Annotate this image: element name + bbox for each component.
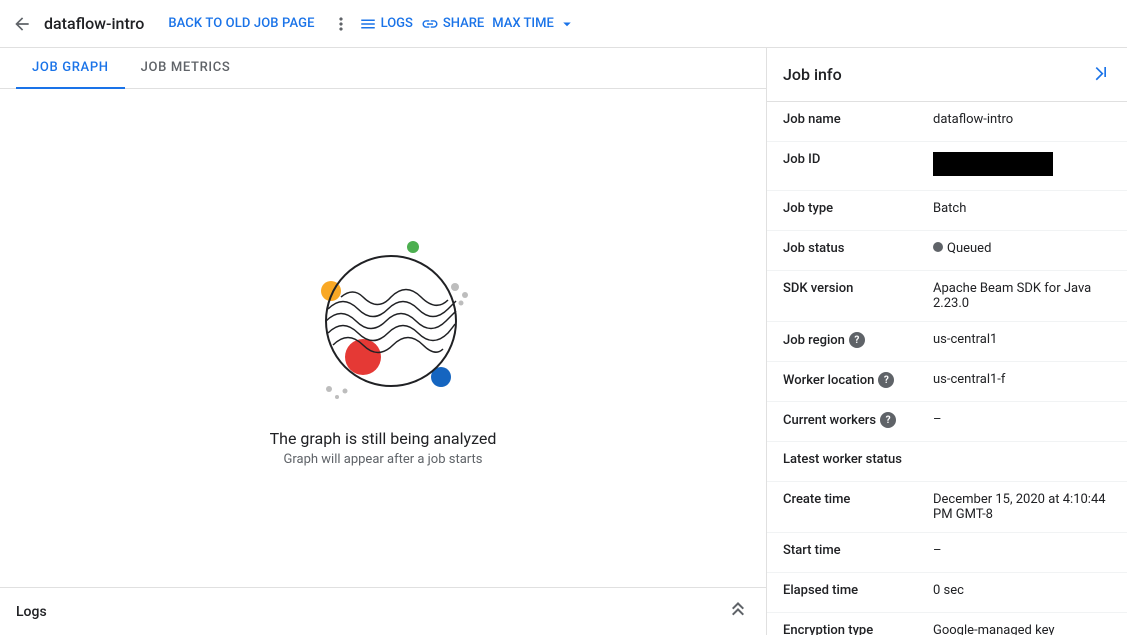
- table-row: SDK version Apache Beam SDK for Java 2.2…: [767, 271, 1127, 322]
- graph-text-container: The graph is still being analyzed Graph …: [270, 429, 497, 467]
- logs-label: Logs: [16, 604, 726, 620]
- row-label: SDK version: [783, 281, 933, 296]
- row-value: –: [933, 412, 1111, 427]
- row-label: Create time: [783, 492, 933, 507]
- row-value: Batch: [933, 201, 1111, 216]
- logs-button[interactable]: LOGS: [359, 15, 413, 33]
- share-button[interactable]: SHARE: [421, 15, 484, 33]
- row-label: Start time: [783, 543, 933, 558]
- row-label: Current workers ?: [783, 412, 933, 428]
- row-label: Job status: [783, 241, 933, 256]
- table-row: Job region ? us-central1: [767, 322, 1127, 362]
- graph-illustration: [273, 209, 493, 429]
- row-value: dataflow-intro: [933, 112, 1111, 127]
- page-title: dataflow-intro: [44, 14, 144, 33]
- back-to-old-job-page-link[interactable]: BACK TO OLD JOB PAGE: [160, 16, 322, 31]
- row-value: us-central1: [933, 332, 1111, 347]
- status-dot: [933, 242, 943, 252]
- tabs: JOB GRAPH JOB METRICS: [0, 48, 766, 89]
- row-label: Worker location ?: [783, 372, 933, 388]
- tab-job-graph[interactable]: JOB GRAPH: [16, 48, 125, 89]
- table-row: Latest worker status: [767, 442, 1127, 482]
- table-row: Encryption type Google-managed key: [767, 613, 1127, 635]
- graph-analyzing-text: The graph is still being analyzed: [270, 429, 497, 448]
- logs-expand-button[interactable]: [726, 597, 750, 626]
- row-value: us-central1-f: [933, 372, 1111, 387]
- left-panel: JOB GRAPH JOB METRICS: [0, 48, 767, 635]
- row-label: Encryption type: [783, 623, 933, 635]
- table-row: Create time December 15, 2020 at 4:10:44…: [767, 482, 1127, 533]
- row-value: Apache Beam SDK for Java 2.23.0: [933, 281, 1111, 311]
- graph-sub-text: Graph will appear after a job starts: [270, 452, 497, 467]
- row-label: Job type: [783, 201, 933, 216]
- table-row: Job status Queued: [767, 231, 1127, 271]
- back-button[interactable]: [12, 14, 32, 34]
- main-layout: JOB GRAPH JOB METRICS: [0, 48, 1127, 635]
- table-row: Start time –: [767, 533, 1127, 573]
- row-value: –: [933, 543, 1111, 558]
- row-value: December 15, 2020 at 4:10:44 PM GMT-8: [933, 492, 1111, 522]
- job-info-header: Job info: [767, 48, 1127, 102]
- help-icon[interactable]: ?: [878, 372, 894, 388]
- row-label: Latest worker status: [783, 452, 933, 467]
- table-row: Elapsed time 0 sec: [767, 573, 1127, 613]
- job-info-table: Job name dataflow-intro Job ID Job type …: [767, 102, 1127, 635]
- help-icon[interactable]: ?: [849, 332, 865, 348]
- row-label: Job ID: [783, 152, 933, 167]
- row-value: 0 sec: [933, 583, 1111, 598]
- row-label: Job region ?: [783, 332, 933, 348]
- table-row: Job name dataflow-intro: [767, 102, 1127, 142]
- table-row: Current workers ? –: [767, 402, 1127, 442]
- job-status-value: Queued: [933, 241, 1111, 256]
- row-value: Google-managed key: [933, 623, 1111, 635]
- table-row: Job ID: [767, 142, 1127, 191]
- table-row: Job type Batch: [767, 191, 1127, 231]
- table-row: Worker location ? us-central1-f: [767, 362, 1127, 402]
- job-id-redacted: [933, 152, 1053, 176]
- toolbar: dataflow-intro BACK TO OLD JOB PAGE LOGS…: [0, 0, 1127, 48]
- right-panel: Job info Job name dataflow-intro Job ID …: [767, 48, 1127, 635]
- job-info-title: Job info: [783, 65, 1091, 84]
- max-time-button[interactable]: MAX TIME: [492, 15, 576, 33]
- logs-bar: Logs: [0, 587, 766, 635]
- more-options-button[interactable]: [323, 14, 359, 34]
- job-id-value: [933, 152, 1111, 180]
- row-label: Job name: [783, 112, 933, 127]
- job-info-collapse-button[interactable]: [1091, 62, 1111, 87]
- row-label: Elapsed time: [783, 583, 933, 598]
- help-icon[interactable]: ?: [880, 412, 896, 428]
- graph-area: The graph is still being analyzed Graph …: [0, 89, 766, 587]
- tab-job-metrics[interactable]: JOB METRICS: [125, 48, 247, 89]
